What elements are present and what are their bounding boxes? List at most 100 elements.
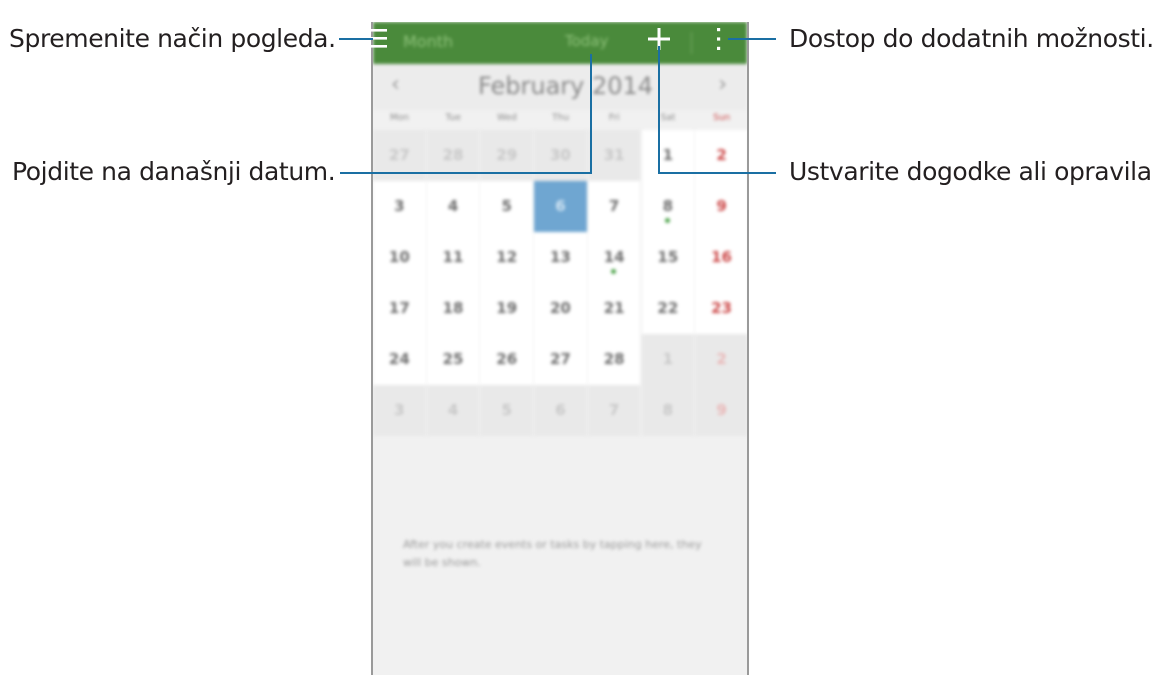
weekday-label: Mon xyxy=(390,113,409,123)
day-cell[interactable]: 19 xyxy=(480,283,534,334)
day-number: 9 xyxy=(716,197,727,215)
view-mode-label[interactable]: Month xyxy=(403,32,453,51)
day-number: 3 xyxy=(394,197,405,215)
day-cell[interactable]: 9 xyxy=(695,181,747,232)
day-cell[interactable]: 15 xyxy=(641,232,695,283)
day-number: 29 xyxy=(496,146,518,164)
day-cell[interactable]: 14 xyxy=(587,232,641,283)
month-title: February 2014 xyxy=(478,72,654,100)
empty-events-message[interactable]: After you create events or tasks by tapp… xyxy=(403,536,723,572)
day-number: 18 xyxy=(442,299,464,317)
weekday-label: Fri xyxy=(608,113,620,123)
callout-create: Ustvarite dogodke ali opravila. xyxy=(789,157,1154,186)
leader-line-today xyxy=(340,172,592,174)
day-cell[interactable]: 16 xyxy=(695,232,747,283)
day-number: 5 xyxy=(501,401,512,419)
day-number: 12 xyxy=(496,248,518,266)
day-cell[interactable]: 6 xyxy=(534,385,587,436)
day-cell[interactable]: 3 xyxy=(373,385,426,436)
day-number: 27 xyxy=(388,146,410,164)
day-cell[interactable]: 22 xyxy=(641,283,695,334)
day-cell[interactable]: 3 xyxy=(373,181,426,232)
weekday-label: Tue xyxy=(445,113,461,123)
day-number: 7 xyxy=(608,197,620,215)
leader-line-create-vertical xyxy=(658,46,660,174)
day-number: 24 xyxy=(388,350,410,368)
callout-today: Pojdite na današnji datum. xyxy=(12,157,336,186)
day-cell[interactable]: 7 xyxy=(587,181,641,232)
next-month-button[interactable]: › xyxy=(718,72,727,97)
weekday-header: Mon Tue Wed Thu Fri Sat Sun xyxy=(373,110,747,130)
calendar-app: Month Today ‹ February 2014 › Mon Tue Wed T… xyxy=(373,22,747,675)
day-number: 4 xyxy=(447,197,459,215)
day-number: 13 xyxy=(550,248,571,266)
day-cell[interactable]: 13 xyxy=(534,232,587,283)
day-number: 28 xyxy=(603,350,625,368)
day-cell[interactable]: 9 xyxy=(695,385,747,436)
day-cell[interactable]: 1 xyxy=(641,334,695,385)
day-cell[interactable]: 27 xyxy=(534,334,587,385)
day-number: 9 xyxy=(716,401,727,419)
day-number: 20 xyxy=(550,299,571,317)
day-number: 21 xyxy=(603,299,625,317)
day-cell[interactable]: 8 xyxy=(641,181,695,232)
action-bar: Month Today xyxy=(373,22,747,64)
day-cell[interactable]: 23 xyxy=(695,283,747,334)
day-number: 30 xyxy=(550,146,571,164)
weekday-label: Sat xyxy=(660,113,676,123)
day-cell[interactable]: 20 xyxy=(534,283,587,334)
day-number: 6 xyxy=(555,197,566,215)
leader-line-create xyxy=(658,172,776,174)
prev-month-button[interactable]: ‹ xyxy=(391,72,400,97)
day-cell[interactable]: 5 xyxy=(480,181,534,232)
day-number: 14 xyxy=(603,248,625,266)
weekday-label: Sun xyxy=(713,113,731,123)
day-number: 2 xyxy=(716,146,727,164)
day-cell[interactable]: 17 xyxy=(373,283,426,334)
day-cell[interactable]: 4 xyxy=(426,385,480,436)
day-number: 8 xyxy=(662,197,674,215)
day-number: 11 xyxy=(442,248,464,266)
day-cell-today[interactable]: 6 xyxy=(534,181,587,232)
callout-more-options: Dostop do dodatnih možnosti. xyxy=(789,24,1154,53)
day-cell[interactable]: 28 xyxy=(587,334,641,385)
leader-line-view-mode xyxy=(339,38,373,40)
day-number: 27 xyxy=(550,350,571,368)
day-number: 16 xyxy=(711,248,732,266)
overflow-menu-icon[interactable] xyxy=(713,24,725,54)
day-cell[interactable]: 25 xyxy=(426,334,480,385)
day-cell[interactable]: 21 xyxy=(587,283,641,334)
today-button[interactable]: Today xyxy=(565,32,608,50)
day-number: 10 xyxy=(388,248,410,266)
event-indicator xyxy=(664,218,670,223)
action-bar-divider xyxy=(691,32,692,54)
day-number: 26 xyxy=(496,350,518,368)
day-number: 25 xyxy=(442,350,464,368)
day-cell[interactable]: 5 xyxy=(480,385,534,436)
day-number: 2 xyxy=(716,350,727,368)
day-cell[interactable]: 12 xyxy=(480,232,534,283)
callout-view-mode: Spremenite način pogleda. xyxy=(9,24,336,53)
day-number: 22 xyxy=(657,299,679,317)
day-number: 1 xyxy=(662,350,674,368)
day-cell[interactable]: 26 xyxy=(480,334,534,385)
day-number: 31 xyxy=(603,146,625,164)
day-number: 1 xyxy=(662,146,674,164)
event-indicator xyxy=(610,269,616,274)
day-cell[interactable]: 24 xyxy=(373,334,426,385)
day-number: 15 xyxy=(657,248,679,266)
day-number: 4 xyxy=(447,401,459,419)
day-cell[interactable]: 2 xyxy=(695,334,747,385)
day-cell[interactable]: 7 xyxy=(587,385,641,436)
phone-screen: Month Today ‹ February 2014 › Mon Tue Wed T… xyxy=(371,22,749,675)
day-cell[interactable]: 11 xyxy=(426,232,480,283)
day-number: 19 xyxy=(496,299,518,317)
day-cell[interactable]: 10 xyxy=(373,232,426,283)
leader-line-more xyxy=(728,38,776,40)
weekday-label: Thu xyxy=(552,113,570,123)
day-cell[interactable]: 31 xyxy=(587,130,641,181)
day-cell[interactable]: 4 xyxy=(426,181,480,232)
day-number: 7 xyxy=(608,401,620,419)
day-cell[interactable]: 8 xyxy=(641,385,695,436)
day-cell[interactable]: 18 xyxy=(426,283,480,334)
